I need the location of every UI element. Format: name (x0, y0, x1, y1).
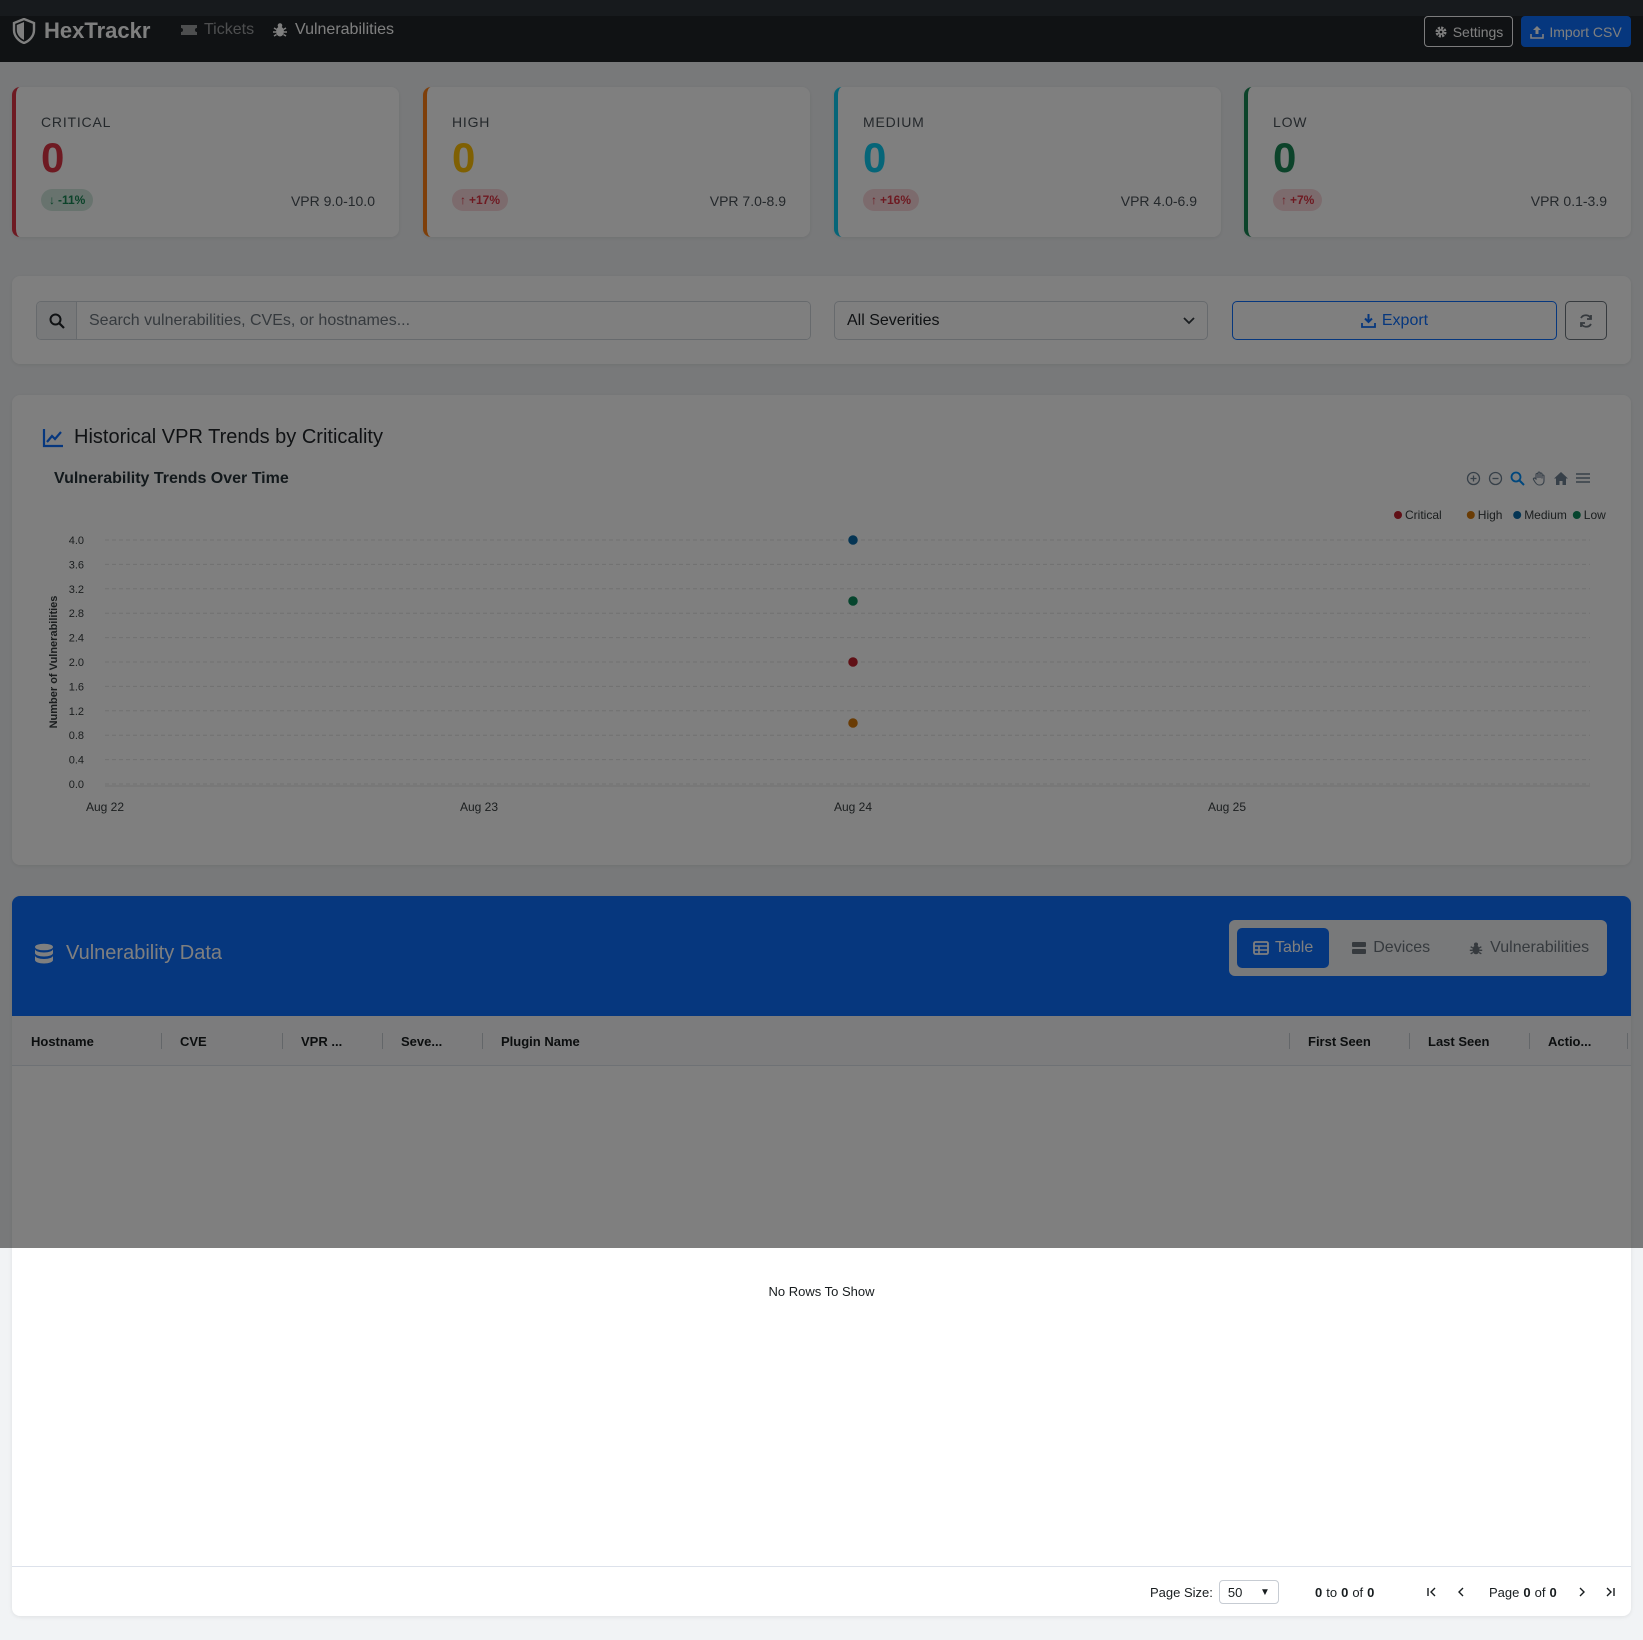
page-size-value: 50 (1227, 1584, 1243, 1600)
pagination-bar: Page Size: 50 ▼ 0 to 0 of 0 Page 0 of 0 (12, 1566, 1631, 1616)
no-rows-message: No Rows To Show (768, 1284, 875, 1299)
first-page-button[interactable] (1424, 1567, 1440, 1616)
page-total: 0 (1549, 1584, 1557, 1600)
page-size-label: Page Size: (1150, 1584, 1213, 1600)
prev-page-button[interactable] (1453, 1567, 1469, 1616)
first-page-icon (1424, 1584, 1440, 1600)
page-word: Page (1489, 1584, 1520, 1600)
row-to: 0 (1341, 1584, 1349, 1600)
last-page-button[interactable] (1602, 1567, 1618, 1616)
page-size-select[interactable]: 50 ▼ (1218, 1580, 1279, 1604)
last-page-icon (1602, 1584, 1618, 1600)
row-summary: 0 to 0 of 0 (1315, 1567, 1374, 1616)
row-from: 0 (1315, 1584, 1323, 1600)
chevron-right-icon (1574, 1584, 1590, 1600)
row-to-word: to (1326, 1584, 1338, 1600)
caret-down-icon: ▼ (1259, 1586, 1270, 1598)
row-of-word: of (1352, 1584, 1364, 1600)
chevron-left-icon (1453, 1584, 1469, 1600)
page-summary: Page 0 of 0 (1489, 1567, 1557, 1616)
page-current: 0 (1523, 1584, 1531, 1600)
next-page-button[interactable] (1574, 1567, 1590, 1616)
modal-backdrop[interactable] (0, 0, 1643, 1248)
page-size-group: Page Size: 50 ▼ (1150, 1567, 1279, 1616)
page-of-word: of (1534, 1584, 1546, 1600)
row-total: 0 (1367, 1584, 1375, 1600)
